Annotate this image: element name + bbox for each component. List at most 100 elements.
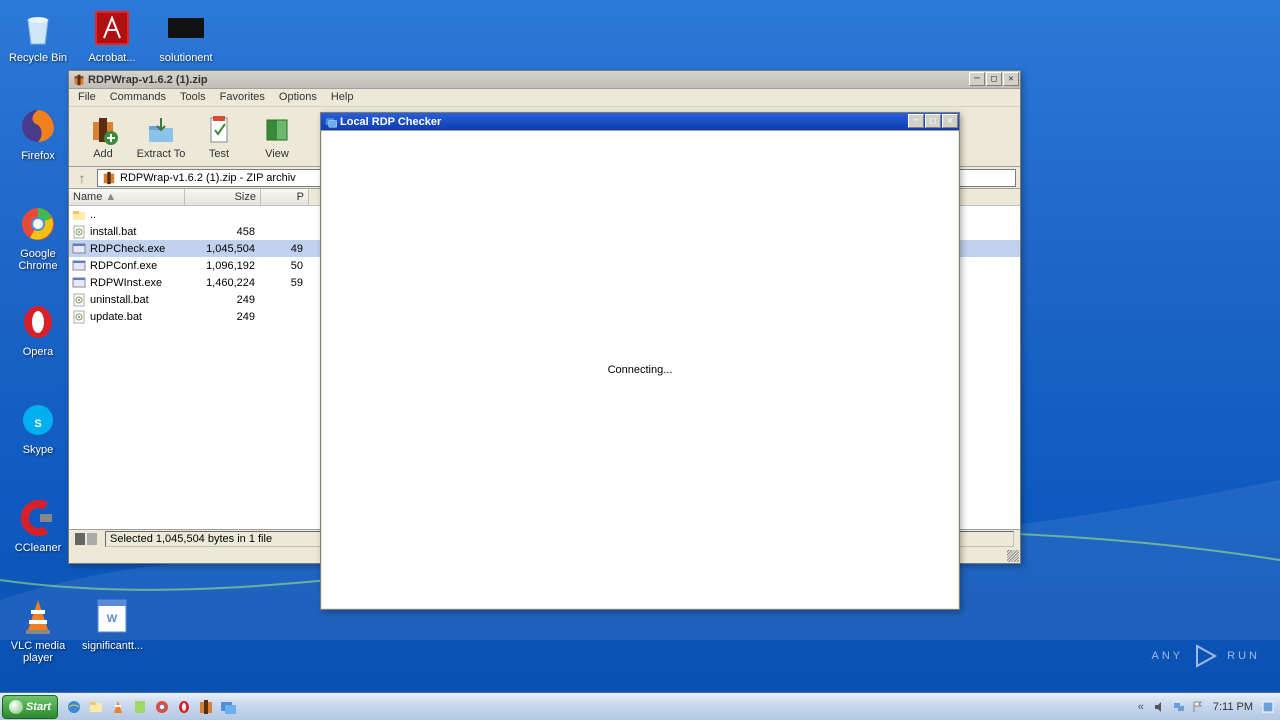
up-button[interactable]: ↑ bbox=[73, 169, 91, 187]
file-packed: 50 bbox=[261, 260, 309, 272]
significant-icon-graphic: W bbox=[90, 594, 134, 638]
test-button[interactable]: Test bbox=[191, 111, 247, 162]
rdp-status-text: Connecting... bbox=[608, 364, 673, 376]
view-button[interactable]: View bbox=[249, 111, 305, 162]
rdp-checker-window[interactable]: Local RDP Checker ─ □ ✕ Connecting... bbox=[320, 112, 960, 610]
winrar-icon bbox=[73, 74, 85, 86]
winrar-titlebar[interactable]: RDPWrap-v1.6.2 (1).zip ─ □ ✕ bbox=[69, 71, 1020, 89]
rdp-icon bbox=[325, 116, 337, 128]
opera-icon-graphic bbox=[16, 300, 60, 344]
ql-winrar-icon[interactable] bbox=[196, 697, 216, 717]
status-icon-disk bbox=[75, 533, 85, 545]
file-name: RDPWInst.exe bbox=[89, 277, 185, 289]
file-name: install.bat bbox=[89, 226, 185, 238]
rdp-titlebar[interactable]: Local RDP Checker ─ □ ✕ bbox=[321, 113, 959, 131]
significant-icon-label: significantt... bbox=[82, 640, 142, 652]
tray-flag-icon[interactable] bbox=[1190, 699, 1206, 715]
file-name: .. bbox=[89, 209, 185, 221]
extract-button-icon bbox=[145, 114, 177, 146]
ql-notepadpp-icon[interactable] bbox=[130, 697, 150, 717]
menu-options[interactable]: Options bbox=[272, 89, 324, 106]
skype-icon-label: Skype bbox=[8, 444, 68, 456]
col-name[interactable]: Name ▲ bbox=[69, 189, 185, 205]
taskbar-clock[interactable]: 7:11 PM bbox=[1209, 701, 1257, 713]
file-packed: 49 bbox=[261, 243, 309, 255]
menu-help[interactable]: Help bbox=[324, 89, 361, 106]
ql-rdp-icon[interactable] bbox=[218, 697, 238, 717]
firefox-icon-graphic bbox=[16, 104, 60, 148]
path-text: RDPWrap-v1.6.2 (1).zip - ZIP archiv bbox=[120, 172, 296, 184]
archive-icon bbox=[102, 171, 116, 185]
recycle-bin-icon-graphic bbox=[16, 6, 60, 50]
add-button[interactable]: Add bbox=[75, 111, 131, 162]
ql-explorer-icon[interactable] bbox=[86, 697, 106, 717]
extract-button[interactable]: Extract To bbox=[133, 111, 189, 162]
rdp-minimize-button[interactable]: ─ bbox=[908, 114, 924, 128]
acrobat-icon[interactable]: Acrobat... bbox=[82, 6, 142, 64]
tray-expand-icon[interactable]: « bbox=[1133, 699, 1149, 715]
ql-ie-icon[interactable] bbox=[64, 697, 84, 717]
ql-opera-icon[interactable] bbox=[174, 697, 194, 717]
recycle-bin-icon[interactable]: Recycle Bin bbox=[8, 6, 68, 64]
winrar-resize-grip[interactable] bbox=[1007, 550, 1019, 562]
file-icon bbox=[72, 225, 86, 239]
winrar-menubar: FileCommandsToolsFavoritesOptionsHelp bbox=[69, 89, 1020, 107]
col-packed[interactable]: P bbox=[261, 189, 309, 205]
windows-orb-icon bbox=[9, 700, 23, 714]
vlc-icon-graphic bbox=[16, 594, 60, 638]
menu-file[interactable]: File bbox=[71, 89, 103, 106]
col-size[interactable]: Size bbox=[185, 189, 261, 205]
status-icon-lock bbox=[87, 533, 97, 545]
test-button-icon bbox=[203, 114, 235, 146]
ql-chrome-icon[interactable] bbox=[152, 697, 172, 717]
file-packed: 59 bbox=[261, 277, 309, 289]
rdp-maximize-button[interactable]: □ bbox=[925, 114, 941, 128]
opera-icon[interactable]: Opera bbox=[8, 300, 68, 358]
file-icon bbox=[72, 276, 86, 290]
desktop[interactable]: Recycle Bin Acrobat... solutionent Firefox G… bbox=[0, 0, 1280, 720]
firefox-icon-label: Firefox bbox=[8, 150, 68, 162]
ql-vlc-icon[interactable] bbox=[108, 697, 128, 717]
ccleaner-icon[interactable]: CCleaner bbox=[8, 496, 68, 554]
test-button-label: Test bbox=[209, 148, 229, 160]
svg-text:S: S bbox=[34, 418, 41, 430]
file-icon bbox=[72, 293, 86, 307]
winrar-close-button[interactable]: ✕ bbox=[1003, 72, 1019, 86]
quick-launch bbox=[64, 697, 238, 717]
firefox-icon[interactable]: Firefox bbox=[8, 104, 68, 162]
winrar-title: RDPWrap-v1.6.2 (1).zip bbox=[88, 74, 969, 86]
tray-show-desktop[interactable] bbox=[1260, 699, 1276, 715]
significant-icon[interactable]: Wsignificantt... bbox=[82, 594, 142, 652]
vlc-icon-label: VLC media player bbox=[8, 640, 68, 664]
vlc-icon[interactable]: VLC media player bbox=[8, 594, 68, 664]
start-button[interactable]: Start bbox=[2, 695, 58, 719]
view-button-icon bbox=[261, 114, 293, 146]
solutionent-icon[interactable]: solutionent bbox=[156, 6, 216, 64]
file-name: RDPConf.exe bbox=[89, 260, 185, 272]
menu-commands[interactable]: Commands bbox=[103, 89, 173, 106]
extract-button-label: Extract To bbox=[137, 148, 186, 160]
rdp-close-button[interactable]: ✕ bbox=[942, 114, 958, 128]
tray-network-icon[interactable] bbox=[1171, 699, 1187, 715]
anyrun-watermark: ANY RUN bbox=[1152, 642, 1260, 670]
file-size: 1,460,224 bbox=[185, 277, 261, 289]
solutionent-icon-label: solutionent bbox=[156, 52, 216, 64]
acrobat-icon-graphic bbox=[90, 6, 134, 50]
winrar-maximize-button[interactable]: □ bbox=[986, 72, 1002, 86]
skype-icon[interactable]: S Skype bbox=[8, 398, 68, 456]
menu-tools[interactable]: Tools bbox=[173, 89, 213, 106]
winrar-minimize-button[interactable]: ─ bbox=[969, 72, 985, 86]
chrome-icon-graphic bbox=[16, 202, 60, 246]
tray-volume-icon[interactable] bbox=[1152, 699, 1168, 715]
opera-icon-label: Opera bbox=[8, 346, 68, 358]
menu-favorites[interactable]: Favorites bbox=[213, 89, 272, 106]
ccleaner-icon-label: CCleaner bbox=[8, 542, 68, 554]
recycle-bin-icon-label: Recycle Bin bbox=[8, 52, 68, 64]
chrome-icon[interactable]: Google Chrome bbox=[8, 202, 68, 272]
start-label: Start bbox=[26, 701, 51, 713]
rdp-body: Connecting... bbox=[322, 131, 958, 608]
view-button-label: View bbox=[265, 148, 289, 160]
solutionent-icon-graphic bbox=[164, 6, 208, 50]
skype-icon-graphic: S bbox=[16, 398, 60, 442]
taskbar[interactable]: Start « 7:11 PM bbox=[0, 692, 1280, 720]
